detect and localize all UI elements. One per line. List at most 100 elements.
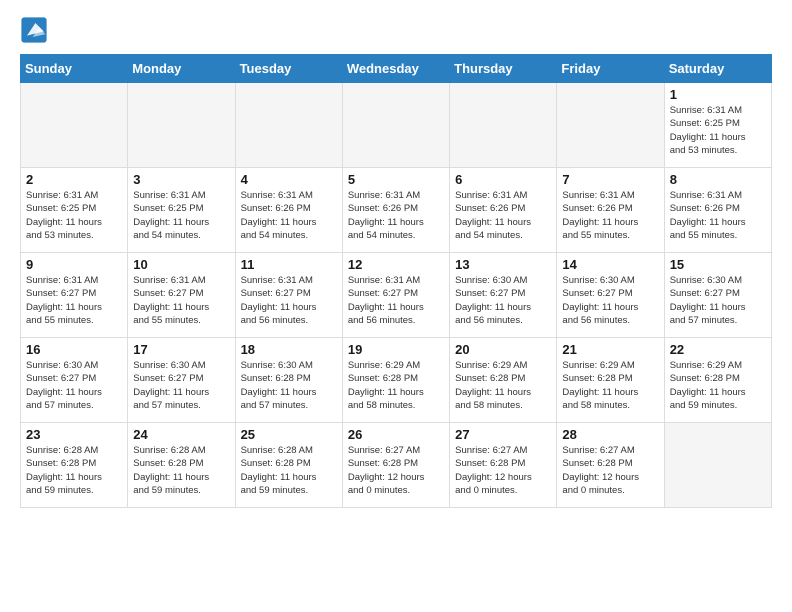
day-info: Sunrise: 6:30 AM Sunset: 6:27 PM Dayligh… — [562, 274, 658, 327]
day-info: Sunrise: 6:31 AM Sunset: 6:27 PM Dayligh… — [241, 274, 337, 327]
calendar-week-row: 9 Sunrise: 6:31 AM Sunset: 6:27 PM Daylig… — [21, 253, 772, 338]
day-number: 20 — [455, 342, 551, 357]
day-info: Sunrise: 6:28 AM Sunset: 6:28 PM Dayligh… — [133, 444, 229, 497]
day-info: Sunrise: 6:31 AM Sunset: 6:26 PM Dayligh… — [348, 189, 444, 242]
calendar-cell: 15 Sunrise: 6:30 AM Sunset: 6:27 PM Dayli… — [664, 253, 771, 338]
day-info: Sunrise: 6:30 AM Sunset: 6:27 PM Dayligh… — [133, 359, 229, 412]
calendar-week-row: 1 Sunrise: 6:31 AM Sunset: 6:25 PM Daylig… — [21, 83, 772, 168]
day-info: Sunrise: 6:31 AM Sunset: 6:27 PM Dayligh… — [133, 274, 229, 327]
day-info: Sunrise: 6:31 AM Sunset: 6:25 PM Dayligh… — [26, 189, 122, 242]
calendar-week-row: 2 Sunrise: 6:31 AM Sunset: 6:25 PM Daylig… — [21, 168, 772, 253]
calendar-cell: 26 Sunrise: 6:27 AM Sunset: 6:28 PM Dayli… — [342, 423, 449, 508]
day-number: 5 — [348, 172, 444, 187]
day-number: 22 — [670, 342, 766, 357]
calendar-cell — [342, 83, 449, 168]
calendar-cell: 23 Sunrise: 6:28 AM Sunset: 6:28 PM Dayli… — [21, 423, 128, 508]
calendar-cell: 9 Sunrise: 6:31 AM Sunset: 6:27 PM Daylig… — [21, 253, 128, 338]
day-number: 14 — [562, 257, 658, 272]
day-number: 10 — [133, 257, 229, 272]
day-info: Sunrise: 6:27 AM Sunset: 6:28 PM Dayligh… — [562, 444, 658, 497]
logo-icon — [20, 16, 48, 44]
day-number: 8 — [670, 172, 766, 187]
calendar-cell — [557, 83, 664, 168]
day-number: 2 — [26, 172, 122, 187]
day-number: 1 — [670, 87, 766, 102]
calendar-week-row: 23 Sunrise: 6:28 AM Sunset: 6:28 PM Dayli… — [21, 423, 772, 508]
calendar-cell: 18 Sunrise: 6:30 AM Sunset: 6:28 PM Dayli… — [235, 338, 342, 423]
calendar-cell: 13 Sunrise: 6:30 AM Sunset: 6:27 PM Dayli… — [450, 253, 557, 338]
day-info: Sunrise: 6:30 AM Sunset: 6:27 PM Dayligh… — [670, 274, 766, 327]
weekday-header: Tuesday — [235, 55, 342, 83]
day-number: 23 — [26, 427, 122, 442]
calendar-cell: 28 Sunrise: 6:27 AM Sunset: 6:28 PM Dayli… — [557, 423, 664, 508]
day-info: Sunrise: 6:30 AM Sunset: 6:28 PM Dayligh… — [241, 359, 337, 412]
day-info: Sunrise: 6:27 AM Sunset: 6:28 PM Dayligh… — [455, 444, 551, 497]
calendar-cell — [128, 83, 235, 168]
day-info: Sunrise: 6:31 AM Sunset: 6:25 PM Dayligh… — [133, 189, 229, 242]
day-info: Sunrise: 6:31 AM Sunset: 6:25 PM Dayligh… — [670, 104, 766, 157]
day-number: 18 — [241, 342, 337, 357]
calendar-cell: 14 Sunrise: 6:30 AM Sunset: 6:27 PM Dayli… — [557, 253, 664, 338]
calendar-cell: 22 Sunrise: 6:29 AM Sunset: 6:28 PM Dayli… — [664, 338, 771, 423]
calendar-week-row: 16 Sunrise: 6:30 AM Sunset: 6:27 PM Dayli… — [21, 338, 772, 423]
calendar-header: SundayMondayTuesdayWednesdayThursdayFrid… — [21, 55, 772, 83]
day-info: Sunrise: 6:31 AM Sunset: 6:26 PM Dayligh… — [455, 189, 551, 242]
day-number: 25 — [241, 427, 337, 442]
weekday-header: Monday — [128, 55, 235, 83]
calendar-cell: 8 Sunrise: 6:31 AM Sunset: 6:26 PM Daylig… — [664, 168, 771, 253]
calendar-cell: 27 Sunrise: 6:27 AM Sunset: 6:28 PM Dayli… — [450, 423, 557, 508]
day-number: 13 — [455, 257, 551, 272]
day-number: 19 — [348, 342, 444, 357]
day-number: 17 — [133, 342, 229, 357]
calendar-cell: 20 Sunrise: 6:29 AM Sunset: 6:28 PM Dayli… — [450, 338, 557, 423]
calendar-cell — [21, 83, 128, 168]
day-info: Sunrise: 6:28 AM Sunset: 6:28 PM Dayligh… — [241, 444, 337, 497]
day-number: 26 — [348, 427, 444, 442]
logo — [20, 16, 52, 44]
day-number: 4 — [241, 172, 337, 187]
header — [20, 16, 772, 44]
day-info: Sunrise: 6:30 AM Sunset: 6:27 PM Dayligh… — [26, 359, 122, 412]
day-info: Sunrise: 6:29 AM Sunset: 6:28 PM Dayligh… — [348, 359, 444, 412]
day-info: Sunrise: 6:29 AM Sunset: 6:28 PM Dayligh… — [670, 359, 766, 412]
day-number: 9 — [26, 257, 122, 272]
calendar-cell: 3Sunrise: 6:31 AM Sunset: 6:25 PM Daylig… — [128, 168, 235, 253]
calendar-cell: 12Sunrise: 6:31 AM Sunset: 6:27 PM Dayli… — [342, 253, 449, 338]
calendar-cell: 7Sunrise: 6:31 AM Sunset: 6:26 PM Daylig… — [557, 168, 664, 253]
day-number: 16 — [26, 342, 122, 357]
day-number: 28 — [562, 427, 658, 442]
weekday-row: SundayMondayTuesdayWednesdayThursdayFrid… — [21, 55, 772, 83]
calendar-cell: 25 Sunrise: 6:28 AM Sunset: 6:28 PM Dayli… — [235, 423, 342, 508]
calendar-cell: 11Sunrise: 6:31 AM Sunset: 6:27 PM Dayli… — [235, 253, 342, 338]
calendar-cell: 6Sunrise: 6:31 AM Sunset: 6:26 PM Daylig… — [450, 168, 557, 253]
weekday-header: Thursday — [450, 55, 557, 83]
day-info: Sunrise: 6:31 AM Sunset: 6:26 PM Dayligh… — [670, 189, 766, 242]
day-number: 27 — [455, 427, 551, 442]
calendar-cell: 17 Sunrise: 6:30 AM Sunset: 6:27 PM Dayli… — [128, 338, 235, 423]
day-number: 21 — [562, 342, 658, 357]
day-info: Sunrise: 6:30 AM Sunset: 6:27 PM Dayligh… — [455, 274, 551, 327]
weekday-header: Sunday — [21, 55, 128, 83]
calendar-cell — [235, 83, 342, 168]
calendar-cell: 10 Sunrise: 6:31 AM Sunset: 6:27 PM Dayli… — [128, 253, 235, 338]
day-info: Sunrise: 6:31 AM Sunset: 6:27 PM Dayligh… — [26, 274, 122, 327]
calendar-body: 1 Sunrise: 6:31 AM Sunset: 6:25 PM Daylig… — [21, 83, 772, 508]
calendar-cell: 24 Sunrise: 6:28 AM Sunset: 6:28 PM Dayli… — [128, 423, 235, 508]
weekday-header: Wednesday — [342, 55, 449, 83]
calendar-cell: 5 Sunrise: 6:31 AM Sunset: 6:26 PM Daylig… — [342, 168, 449, 253]
day-info: Sunrise: 6:31 AM Sunset: 6:27 PM Dayligh… — [348, 274, 444, 327]
day-info: Sunrise: 6:29 AM Sunset: 6:28 PM Dayligh… — [455, 359, 551, 412]
weekday-header: Friday — [557, 55, 664, 83]
calendar-cell: 16 Sunrise: 6:30 AM Sunset: 6:27 PM Dayli… — [21, 338, 128, 423]
calendar-table: SundayMondayTuesdayWednesdayThursdayFrid… — [20, 54, 772, 508]
page: SundayMondayTuesdayWednesdayThursdayFrid… — [0, 0, 792, 524]
day-number: 15 — [670, 257, 766, 272]
day-number: 24 — [133, 427, 229, 442]
calendar-cell: 4Sunrise: 6:31 AM Sunset: 6:26 PM Daylig… — [235, 168, 342, 253]
day-info: Sunrise: 6:28 AM Sunset: 6:28 PM Dayligh… — [26, 444, 122, 497]
day-info: Sunrise: 6:31 AM Sunset: 6:26 PM Dayligh… — [562, 189, 658, 242]
day-info: Sunrise: 6:27 AM Sunset: 6:28 PM Dayligh… — [348, 444, 444, 497]
calendar-cell — [664, 423, 771, 508]
calendar-cell: 2 Sunrise: 6:31 AM Sunset: 6:25 PM Daylig… — [21, 168, 128, 253]
calendar-cell: 19 Sunrise: 6:29 AM Sunset: 6:28 PM Dayli… — [342, 338, 449, 423]
